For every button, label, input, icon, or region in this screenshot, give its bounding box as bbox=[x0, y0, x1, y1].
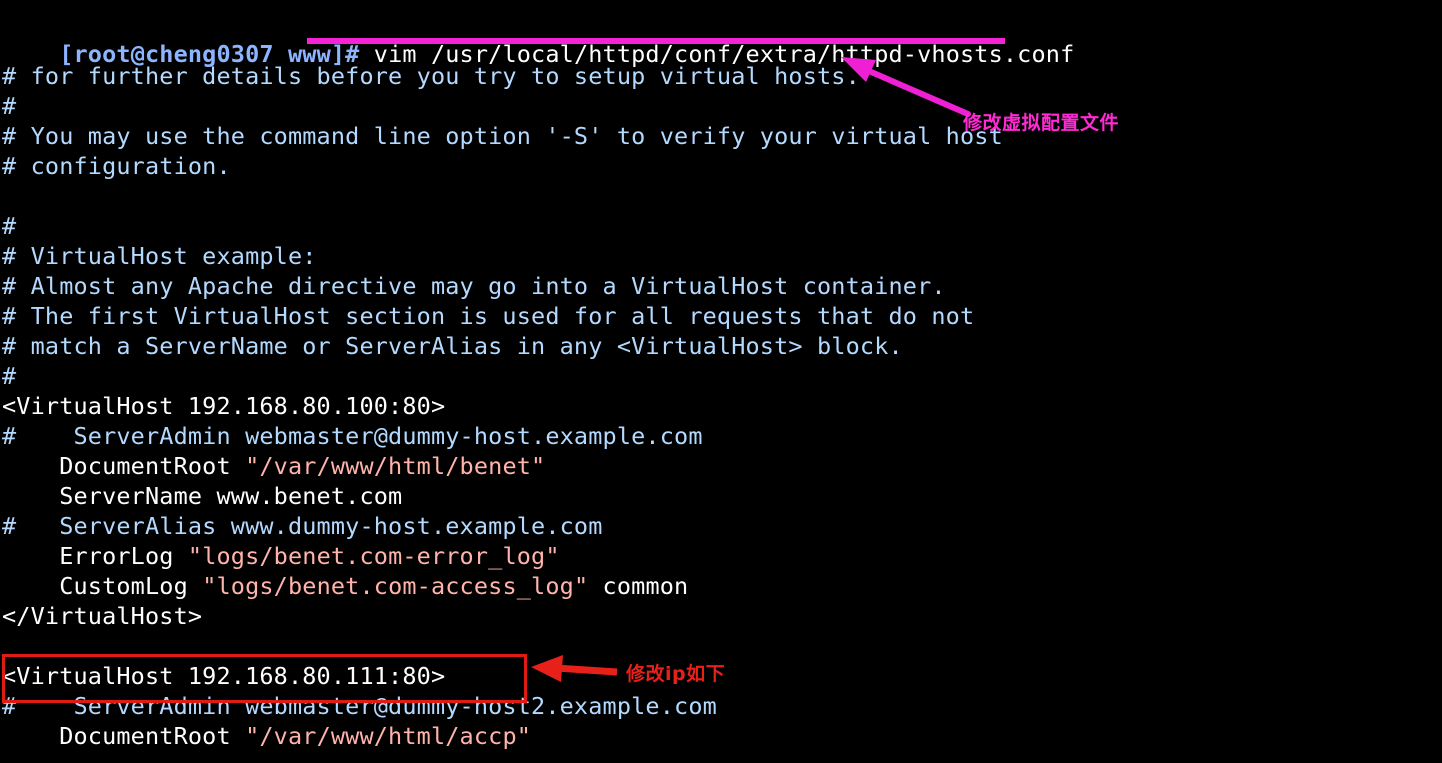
vim-line: # VirtualHost example: bbox=[2, 241, 317, 271]
vim-line-segment: # for further details before you try to … bbox=[2, 62, 860, 90]
vim-line: </VirtualHost> bbox=[2, 601, 202, 631]
vim-line-segment: # Almost any Apache directive may go int… bbox=[2, 272, 946, 300]
vim-line-segment: <VirtualHost 192.168.80.100:80> bbox=[2, 392, 446, 420]
vim-line: # bbox=[2, 211, 16, 241]
vim-line: DocumentRoot "/var/www/html/accp" bbox=[2, 721, 531, 751]
vim-line: # match a ServerName or ServerAlias in a… bbox=[2, 331, 903, 361]
vim-line-segment: # bbox=[2, 92, 17, 120]
vim-line-segment: ErrorLog bbox=[2, 542, 188, 570]
vim-line: DocumentRoot "/var/www/html/benet" bbox=[2, 451, 545, 481]
vim-line-segment: # ServerAlias www.dummy-host.example.com bbox=[2, 512, 603, 540]
magenta-underline-annotation bbox=[307, 38, 1005, 44]
clipped-scrollback-line: [root@cheng0307 www]# vim /usr/local/htt… bbox=[2, 0, 1074, 8]
red-arrow-icon bbox=[531, 655, 618, 682]
vim-line: <VirtualHost 192.168.80.100:80> bbox=[2, 391, 445, 421]
vim-line-segment: DocumentRoot bbox=[2, 722, 246, 750]
magenta-annotation-label: 修改虚拟配置文件 bbox=[963, 112, 1120, 134]
vim-line-segment: CustomLog bbox=[2, 572, 203, 600]
vim-line-segment: # match a ServerName or ServerAlias in a… bbox=[2, 332, 903, 360]
vim-line: # ServerAdmin webmaster@dummy-host.examp… bbox=[2, 421, 703, 451]
terminal-window: [root@cheng0307 www]# vim /usr/local/htt… bbox=[0, 0, 1442, 763]
vim-line-segment: </VirtualHost> bbox=[2, 602, 203, 630]
vim-line: # bbox=[2, 91, 16, 121]
vim-line-segment: # You may use the command line option '-… bbox=[2, 122, 1003, 150]
annotation-arrows bbox=[531, 57, 971, 682]
shell-prompt-line: [root@cheng0307 www]# vim /usr/local/htt… bbox=[2, 9, 1074, 68]
vim-line: CustomLog "logs/benet.com-access_log" co… bbox=[2, 571, 688, 601]
vim-line-segment: # VirtualHost example: bbox=[2, 242, 317, 270]
vim-line-segment: common bbox=[588, 572, 689, 600]
vim-line-segment: # bbox=[2, 212, 17, 240]
red-annotation-label: 修改ip如下 bbox=[626, 663, 726, 685]
vim-line-segment: # bbox=[2, 362, 17, 390]
vim-line-segment: ServerName www.benet.com bbox=[2, 482, 403, 510]
vim-line: ServerName www.benet.com bbox=[2, 481, 402, 511]
vim-line: # The first VirtualHost section is used … bbox=[2, 301, 974, 331]
vim-line: # configuration. bbox=[2, 151, 231, 181]
vim-line: # bbox=[2, 361, 16, 391]
vim-line-segment: # configuration. bbox=[2, 152, 231, 180]
vim-line: # Almost any Apache directive may go int… bbox=[2, 271, 946, 301]
vim-line-segment: DocumentRoot bbox=[2, 452, 246, 480]
red-highlight-box bbox=[2, 654, 527, 703]
vim-line-segment: "logs/benet.com-access_log" bbox=[202, 572, 589, 600]
vim-line-segment: "/var/www/html/benet" bbox=[245, 452, 546, 480]
vim-line: # for further details before you try to … bbox=[2, 61, 860, 91]
vim-line: ErrorLog "logs/benet.com-error_log" bbox=[2, 541, 560, 571]
vim-line: # You may use the command line option '-… bbox=[2, 121, 1003, 151]
vim-line: # ServerAlias www.dummy-host.example.com bbox=[2, 511, 603, 541]
vim-line-segment: "logs/benet.com-error_log" bbox=[187, 542, 560, 570]
vim-line-segment: # The first VirtualHost section is used … bbox=[2, 302, 975, 330]
vim-line-segment: "/var/www/html/accp" bbox=[245, 722, 532, 750]
vim-line-segment: # ServerAdmin webmaster@dummy-host.examp… bbox=[2, 422, 703, 450]
